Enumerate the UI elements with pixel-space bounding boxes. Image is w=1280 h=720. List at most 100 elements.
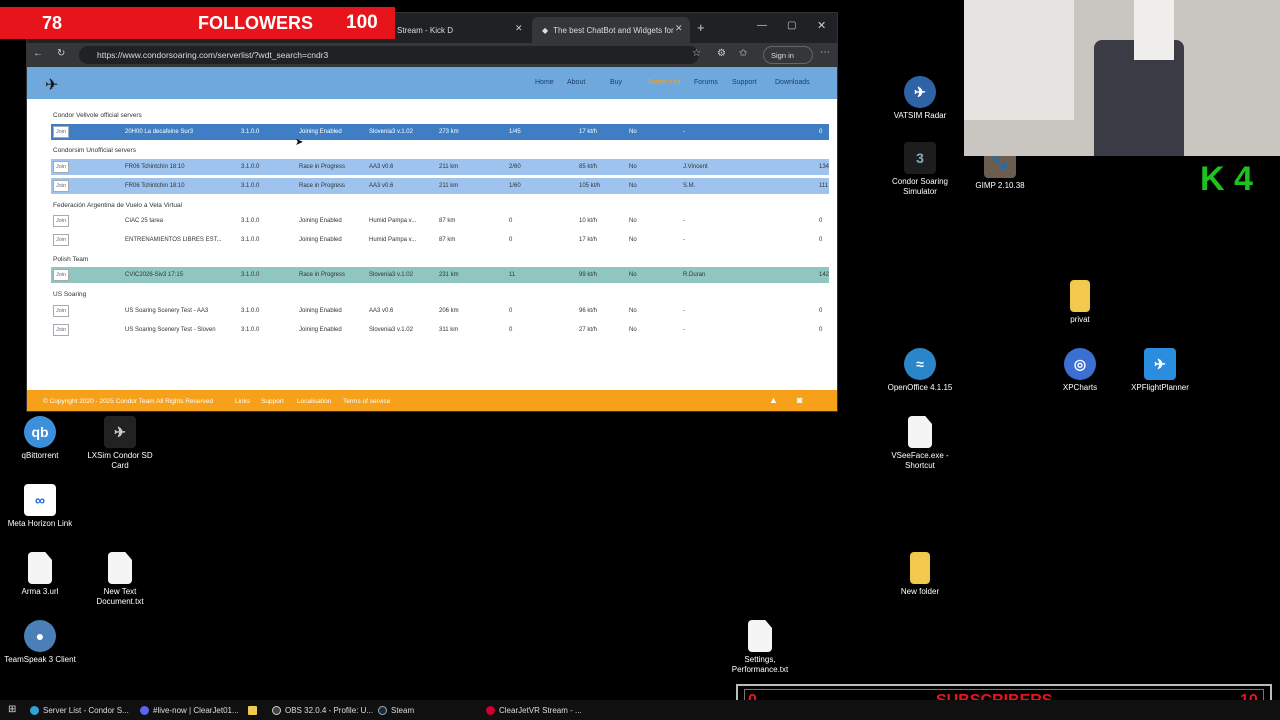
- condor-logo-icon[interactable]: ✈: [45, 75, 58, 95]
- cell-distance: 311 km: [439, 327, 459, 333]
- server-row[interactable]: Join FR06 Tchintchin 18:10 3.1.0.0 Race in …: [51, 178, 829, 194]
- server-row[interactable]: Join ENTRENAMIENTOS LIBRES EST... 3.1.0.0 J…: [51, 232, 829, 248]
- desktop-icon-condor[interactable]: 3 Condor Soaring Simulator: [880, 142, 960, 197]
- join-button[interactable]: Join: [53, 324, 69, 336]
- desktop-icon-vatsim[interactable]: ✈ VATSIM Radar: [880, 76, 960, 121]
- cell-status: Joining Enabled: [299, 129, 342, 135]
- followers-overlay: 78 FOLLOWERS 100: [0, 7, 395, 39]
- taskbar-item-obs[interactable]: OBS 32.0.4 - Profile: U...: [272, 703, 373, 717]
- join-button[interactable]: Join: [53, 234, 69, 246]
- instagram-icon[interactable]: ◙: [797, 395, 802, 405]
- join-button[interactable]: Join: [53, 215, 69, 227]
- stream-icon: [486, 705, 495, 715]
- xpflightplanner-label: XPFlightPlanner: [1131, 383, 1189, 392]
- footer-links[interactable]: Links: [235, 398, 250, 405]
- desktop-icon-privat[interactable]: privat: [1040, 280, 1120, 325]
- join-button[interactable]: Join: [53, 161, 69, 173]
- taskbar-item-browser[interactable]: Server List - Condor S...: [30, 703, 129, 717]
- favorites-icon[interactable]: ✩: [739, 48, 747, 59]
- sign-in-button[interactable]: Sign in: [763, 46, 813, 64]
- cell-wind: 27 kt/h: [579, 327, 598, 333]
- footer-support[interactable]: Support: [261, 398, 284, 405]
- menu-icon[interactable]: ⋯: [820, 47, 830, 58]
- nav-about[interactable]: About: [567, 79, 585, 86]
- taskbar-item-steam[interactable]: Steam: [378, 703, 414, 717]
- footer-localisation[interactable]: Localisation: [297, 398, 331, 405]
- cell-name: FR06 Tchintchin 18:10: [125, 183, 185, 189]
- vseeface-label: VSeeFace.exe - Shortcut: [891, 451, 949, 470]
- folder-icon: [910, 552, 930, 584]
- desktop-icon-lxsim[interactable]: ✈ LXSim Condor SD Card: [80, 416, 160, 471]
- join-button[interactable]: Join: [53, 269, 69, 281]
- desktop-icon-teamspeak[interactable]: ● TeamSpeak 3 Client: [0, 620, 80, 665]
- reload-icon[interactable]: ↻: [57, 48, 65, 59]
- new-tab-icon[interactable]: +: [697, 20, 705, 35]
- close-icon[interactable]: ✕: [675, 23, 683, 34]
- nav-home[interactable]: Home: [535, 79, 554, 86]
- cell-version: 3.1.0.0: [241, 272, 260, 278]
- cell-distance: 211 km: [439, 183, 459, 189]
- nav-forums[interactable]: Forums: [694, 79, 718, 86]
- cell-distance: 273 km: [439, 129, 459, 135]
- cell-status: Race in Progress: [299, 272, 346, 278]
- teamspeak-icon: ●: [24, 620, 56, 652]
- metahorizon-label: Meta Horizon Link: [7, 519, 73, 528]
- desktop-icon-xpcharts[interactable]: ◎ XPCharts: [1040, 348, 1120, 393]
- taskbar-item-discord[interactable]: #live-now | ClearJet01...: [140, 703, 239, 717]
- cell-players: 0: [509, 237, 513, 243]
- join-button[interactable]: Join: [53, 180, 69, 192]
- nav-downloads[interactable]: Downloads: [775, 79, 810, 86]
- desktop-icon-metahorizon[interactable]: ∞ Meta Horizon Link: [0, 484, 80, 529]
- xpcharts-label: XPCharts: [1062, 383, 1098, 392]
- window: [964, 0, 1074, 120]
- server-row[interactable]: Join CIAC 25 tarea 3.1.0.0 Joining Enabled H…: [51, 213, 829, 229]
- discord-icon: [140, 705, 149, 715]
- desktop-icon-vseeface[interactable]: VSeeFace.exe - Shortcut: [880, 416, 960, 471]
- scroll-top-icon[interactable]: ▲: [769, 395, 778, 405]
- cell-host: J.Vincent: [683, 164, 708, 170]
- maximize-icon[interactable]: ▢: [787, 20, 796, 31]
- nav-server-list[interactable]: Server List: [647, 79, 680, 86]
- nav-buy[interactable]: Buy: [610, 79, 622, 86]
- desktop-icon-openoffice[interactable]: ≈ OpenOffice 4.1.15: [880, 348, 960, 393]
- footer-terms[interactable]: Terms of service: [343, 398, 390, 405]
- close-icon[interactable]: ✕: [515, 23, 523, 34]
- cell-players: 2/60: [509, 164, 521, 170]
- cell-pw: No: [629, 218, 637, 224]
- cell-host: -: [683, 327, 685, 333]
- server-row[interactable]: Join US Soaring Scenery Test - Sloven 3.1.…: [51, 322, 829, 338]
- tab-chatbot[interactable]: ◆ The best ChatBot and Widgets for: [532, 17, 690, 43]
- extensions-icon[interactable]: ⚙: [717, 48, 726, 59]
- nav-support[interactable]: Support: [732, 79, 757, 86]
- desktop-icon-newtext[interactable]: New Text Document.txt: [80, 552, 160, 607]
- server-row[interactable]: Join FR06 Tchintchin 18:10 3.1.0.0 Race in …: [51, 159, 829, 175]
- start-icon[interactable]: ⊞: [8, 704, 16, 715]
- minimize-icon[interactable]: —: [757, 20, 767, 31]
- server-row[interactable]: Join CVIC2026-Siv3 17:15 3.1.0.0 Race in Pr…: [51, 267, 829, 283]
- back-icon[interactable]: ←: [33, 48, 43, 59]
- star-icon[interactable]: ☆: [692, 48, 701, 59]
- site-footer: © Copyright 2020 - 2025 Condor Team All …: [27, 390, 837, 411]
- taskbar-item-explorer[interactable]: [248, 703, 257, 717]
- file-icon: [748, 620, 772, 652]
- url-field[interactable]: https://www.condorsoaring.com/serverlist…: [79, 46, 699, 64]
- desktop-icon-arma3[interactable]: Arma 3.url: [0, 552, 80, 597]
- server-row[interactable]: Join US Soaring Scenery Test - AA3 3.1.0.0…: [51, 303, 829, 319]
- desktop-icon-qbittorrent[interactable]: qb qBittorrent: [0, 416, 80, 461]
- join-button[interactable]: Join: [53, 126, 69, 138]
- cell-status: Race in Progress: [299, 164, 346, 170]
- server-row[interactable]: Join 20H00 La decafeine Sur3 3.1.0.0 Joinin…: [51, 124, 829, 140]
- desktop-icon-settings[interactable]: Settings, Performance.txt: [720, 620, 800, 675]
- taskbar-item-stream[interactable]: ClearJetVR Stream - ...: [486, 703, 582, 717]
- cell-status: Race in Progress: [299, 183, 346, 189]
- desktop-icon-xpflightplanner[interactable]: ✈ XPFlightPlanner: [1120, 348, 1200, 393]
- vatsim-label: VATSIM Radar: [893, 111, 947, 120]
- cell-count: 0: [819, 327, 823, 333]
- close-window-icon[interactable]: ✕: [817, 19, 826, 32]
- join-button[interactable]: Join: [53, 305, 69, 317]
- desktop-icon-newfolder[interactable]: New folder: [880, 552, 960, 597]
- followers-label: FOLLOWERS: [198, 13, 313, 33]
- group-title: US Soaring: [53, 291, 87, 298]
- teamspeak-label: TeamSpeak 3 Client: [4, 655, 76, 664]
- cell-scenery: Slovenia3 v.1.02: [369, 129, 413, 135]
